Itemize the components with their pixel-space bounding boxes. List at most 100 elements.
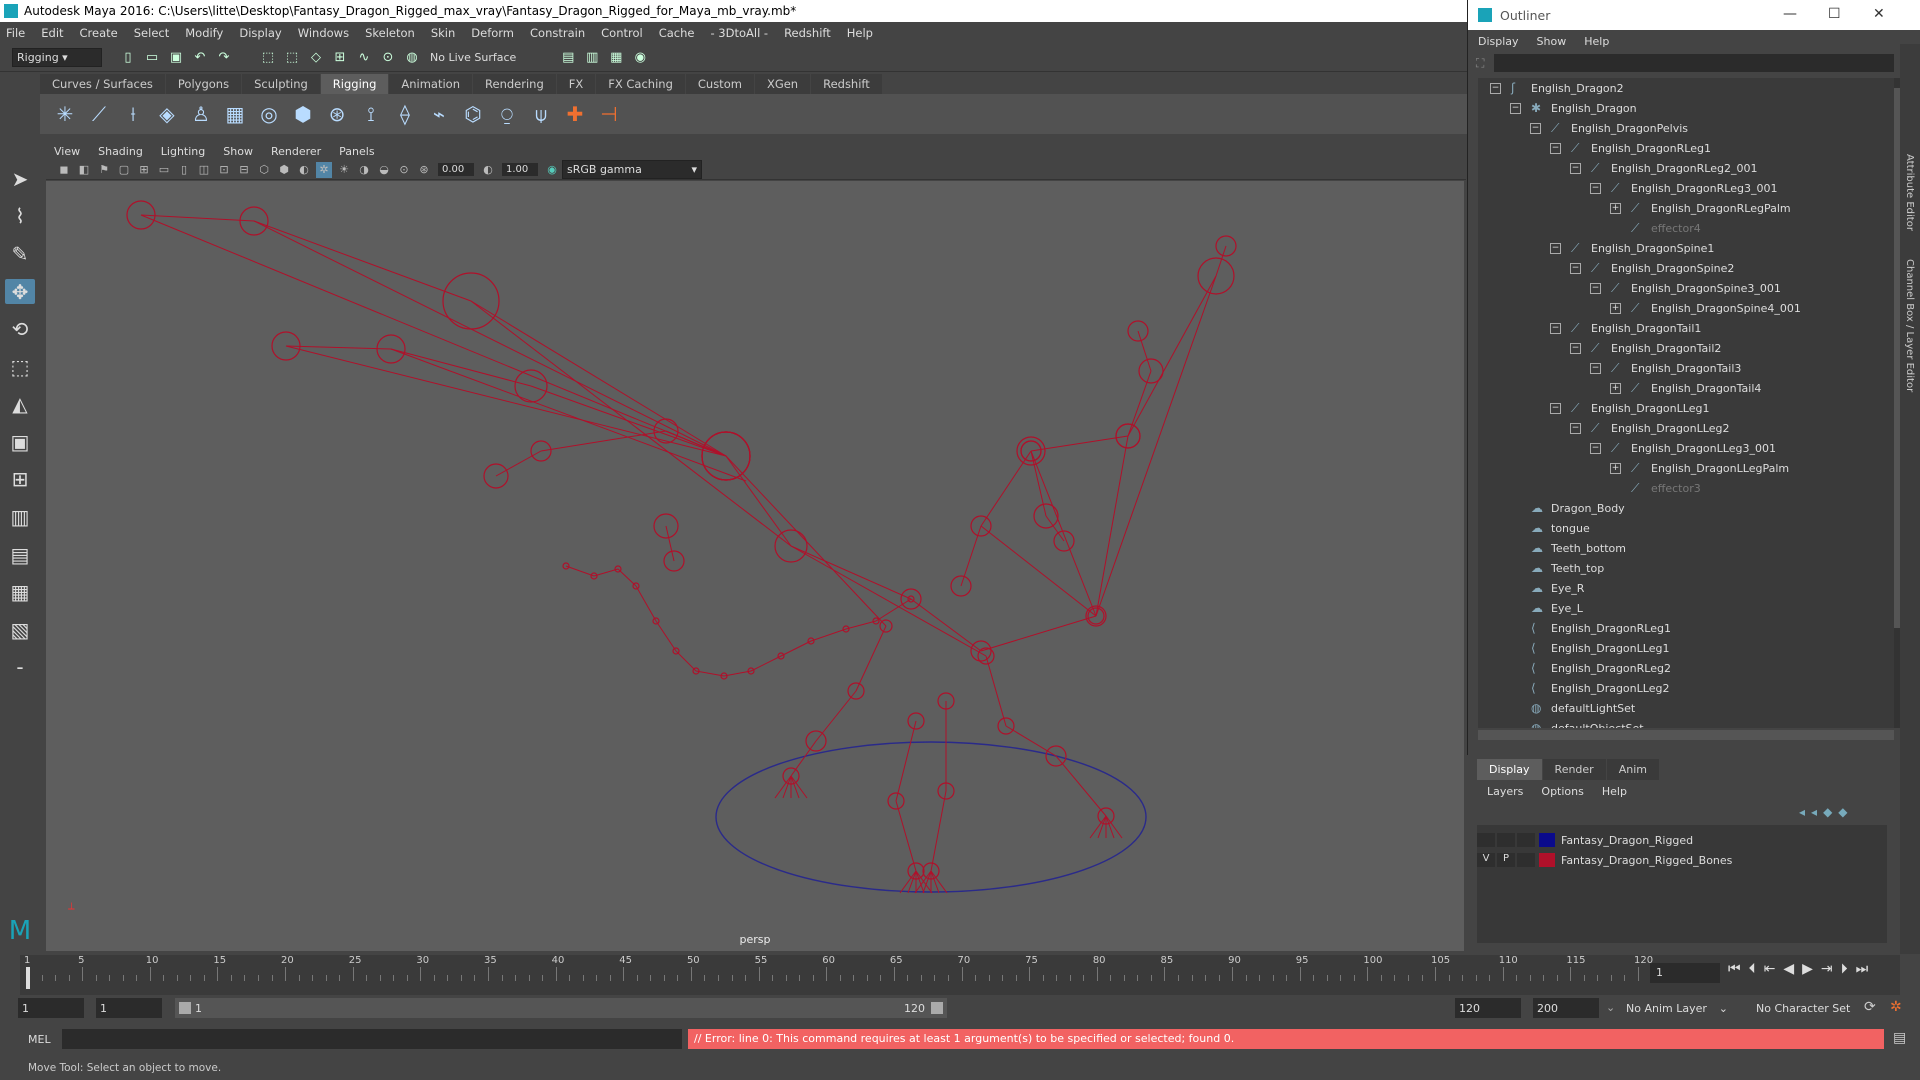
layer-row[interactable]: V P Fantasy_Dragon_Rigged_Bones — [1477, 851, 1887, 869]
select-tool-icon[interactable]: ➤ — [5, 166, 35, 192]
bookmark-icon[interactable]: ⚑ — [96, 162, 112, 178]
step-forward-key-icon[interactable]: ⇥ — [1821, 961, 1841, 977]
hypershade-icon[interactable]: ◉ — [631, 49, 649, 67]
select-component-icon[interactable]: ◇ — [307, 49, 325, 67]
display-type-toggle[interactable] — [1517, 853, 1535, 867]
gamma-field[interactable]: 1.00 — [502, 163, 538, 176]
menu-cache[interactable]: Cache — [659, 26, 695, 40]
layout-icon[interactable]: ▥ — [5, 504, 35, 530]
end-time-field[interactable]: 200 — [1533, 998, 1599, 1018]
color-space-dropdown[interactable]: sRGB gamma ▾ — [562, 160, 702, 179]
close-icon[interactable]: ✕ — [1873, 6, 1885, 22]
current-frame-field[interactable]: 1 — [1650, 963, 1720, 983]
shelf-tab-xgen[interactable]: XGen — [754, 74, 811, 94]
outliner-item[interactable]: ⟋ effector3 — [1610, 478, 1701, 498]
menu-edit[interactable]: Edit — [41, 26, 63, 40]
maximize-icon[interactable]: ☐ — [1828, 6, 1841, 22]
layer-tab-anim[interactable]: Anim — [1606, 759, 1659, 780]
snap-grid-icon[interactable]: ⊞ — [331, 49, 349, 67]
collapse-icon[interactable]: − — [1590, 442, 1601, 454]
display-type-toggle[interactable] — [1517, 833, 1535, 847]
play-forward-icon[interactable]: ▶ — [1802, 961, 1821, 977]
smooth-weights-icon[interactable]: ⍦ — [526, 102, 556, 126]
smooth-shade-icon[interactable]: ⬢ — [276, 162, 292, 178]
visibility-toggle[interactable] — [1477, 833, 1495, 847]
collapse-icon[interactable]: − — [1570, 162, 1581, 174]
ipr-render-icon[interactable]: ▥ — [583, 49, 601, 67]
anim-prefs-icon[interactable]: ✲ — [1890, 999, 1902, 1015]
start-time-field[interactable]: 1 — [18, 998, 84, 1018]
collapse-icon[interactable]: − — [1490, 82, 1501, 94]
open-scene-icon[interactable]: ▭ — [143, 49, 161, 67]
redo-icon[interactable]: ↷ — [215, 49, 233, 67]
four-view-icon[interactable]: ⊞ — [5, 467, 35, 493]
gamma-icon[interactable]: ◐ — [480, 162, 496, 178]
script-language-toggle[interactable]: MEL — [28, 1033, 51, 1046]
range-slider[interactable]: 1 120 — [175, 998, 947, 1018]
menu-skin[interactable]: Skin — [431, 26, 455, 40]
menu-select[interactable]: Select — [134, 26, 169, 40]
snap-point-icon[interactable]: ⊙ — [379, 49, 397, 67]
render-frame-icon[interactable]: ▤ — [559, 49, 577, 67]
ik-handle-icon[interactable]: ⟋ — [84, 102, 114, 126]
gate-mask-icon[interactable]: ◫ — [196, 162, 212, 178]
more-layouts-icon[interactable]: - — [5, 655, 35, 681]
outliner-item[interactable]: ◍ defaultObjectSet — [1510, 718, 1644, 728]
shelf-tab-animation[interactable]: Animation — [389, 74, 473, 94]
outliner-search-input[interactable] — [1494, 54, 1894, 72]
undo-icon[interactable]: ↶ — [191, 49, 209, 67]
exposure-icon[interactable]: ⊛ — [416, 162, 432, 178]
outliner-item[interactable]: − ⟋ English_DragonLLeg1 — [1550, 398, 1709, 418]
outliner-item[interactable]: ⟨ English_DragonRLeg2 — [1510, 658, 1671, 678]
safe-action-icon[interactable]: ⊟ — [236, 162, 252, 178]
outliner-item[interactable]: − ⟋ English_DragonRLeg3_001 — [1590, 178, 1777, 198]
single-view-icon[interactable]: ▣ — [5, 429, 35, 455]
layer-color-swatch[interactable] — [1539, 853, 1555, 867]
menu-create[interactable]: Create — [80, 26, 118, 40]
outliner-item[interactable]: − ⟋ English_DragonLLeg2 — [1570, 418, 1729, 438]
current-time-indicator[interactable] — [26, 967, 30, 989]
ambient-occlusion-icon[interactable]: ◒ — [376, 162, 392, 178]
playback-toggle[interactable]: P — [1497, 853, 1515, 867]
layer-menu-help[interactable]: Help — [1602, 785, 1627, 798]
outliner-item[interactable]: ☁ Teeth_bottom — [1510, 538, 1626, 558]
menu-skeleton[interactable]: Skeleton — [365, 26, 415, 40]
paint-weights-icon[interactable]: ⌁ — [424, 102, 454, 126]
snap-curve-icon[interactable]: ∿ — [355, 49, 373, 67]
xray-joints-icon[interactable]: ✲ — [316, 161, 332, 178]
layer-tab-display[interactable]: Display — [1477, 759, 1542, 780]
collapse-icon[interactable]: − — [1570, 342, 1581, 354]
collapse-icon[interactable]: − — [1550, 322, 1561, 334]
paint-select-icon[interactable]: ✎ — [5, 241, 35, 267]
sculpt-deformer-icon[interactable]: ⊛ — [322, 102, 352, 126]
outliner-item[interactable]: − ⟋ English_DragonSpine1 — [1550, 238, 1714, 258]
expand-icon[interactable]: + — [1610, 462, 1621, 474]
outliner-item[interactable]: ⟨ English_DragonLLeg2 — [1510, 678, 1669, 698]
chevron-down-icon[interactable]: ⌄ — [1606, 1001, 1615, 1014]
outliner-item[interactable]: − ⟋ English_DragonLLeg3_001 — [1590, 438, 1776, 458]
outliner-menu-display[interactable]: Display — [1478, 35, 1519, 48]
detach-skin-icon[interactable]: ⟠ — [390, 102, 420, 126]
scale-tool-icon[interactable]: ⬚ — [5, 354, 35, 380]
collapse-icon[interactable]: − — [1550, 402, 1561, 414]
outliner-item[interactable]: − ⟋ English_DragonRLeg1 — [1550, 138, 1711, 158]
bind-skin-icon[interactable]: ⟟ — [356, 102, 386, 126]
step-back-icon[interactable]: ⏴ — [1749, 961, 1764, 977]
play-backward-icon[interactable]: ◀ — [1783, 961, 1802, 977]
minimize-icon[interactable]: — — [1783, 6, 1797, 22]
menu-constrain[interactable]: Constrain — [530, 26, 585, 40]
menu-file[interactable]: File — [6, 26, 25, 40]
playback-end-field[interactable]: 120 — [1455, 998, 1521, 1018]
new-layer-selected-icon[interactable]: ◆ — [1838, 805, 1853, 819]
shelf-tab-fx[interactable]: FX — [556, 74, 596, 94]
outliner-item[interactable]: − ⟋ English_DragonPelvis — [1530, 118, 1688, 138]
mirror-weights-icon[interactable]: ⌬ — [458, 102, 488, 126]
exposure-field[interactable]: 0.00 — [438, 163, 474, 176]
joint-tool-icon[interactable]: ✳ — [50, 102, 80, 126]
mode-selector[interactable]: Rigging ▾ — [12, 48, 102, 67]
outliner-item[interactable]: − ⟋ English_DragonSpine2 — [1570, 258, 1734, 278]
time-slider[interactable]: 1 5 10 15 20 25 30 35 40 45 50 55 60 65 70 75 80 85 90 95 10… — [20, 955, 1900, 995]
new-scene-icon[interactable]: ▯ — [119, 49, 137, 67]
ik-spline-icon[interactable]: ⟊ — [118, 102, 148, 126]
lasso-tool-icon[interactable]: ⌇ — [5, 204, 35, 230]
